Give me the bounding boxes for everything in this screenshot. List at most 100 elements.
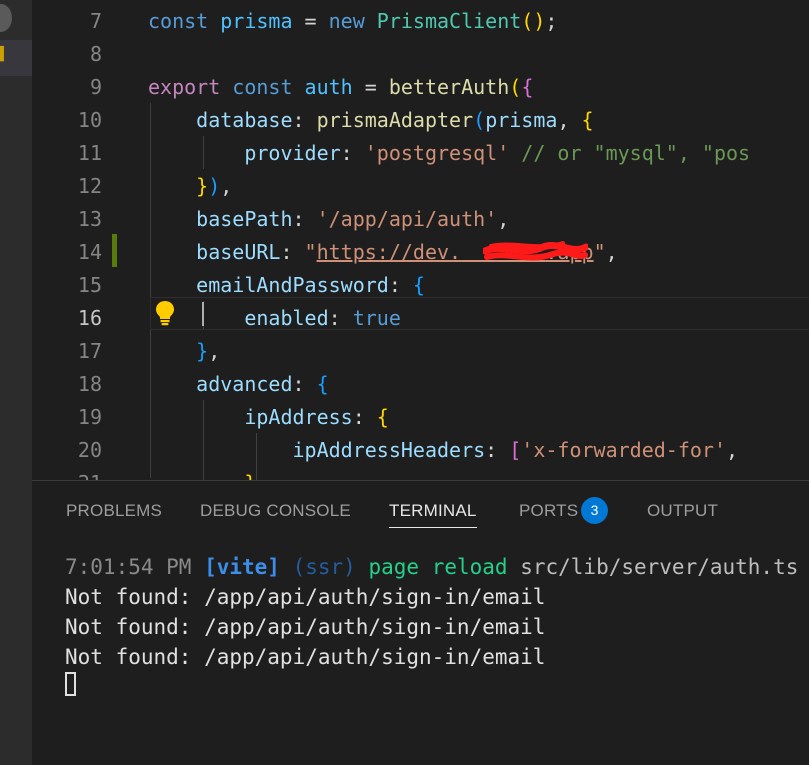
code-line[interactable]: 12 }), [32,169,809,202]
tab-terminal[interactable]: TERMINAL [389,501,477,528]
code-line[interactable]: 7 const prisma = new PrismaClient(); [32,4,809,37]
code-token: prisma [485,108,558,132]
log-path: src/lib/server/auth.ts [520,555,799,579]
code-token: betterAuth [388,75,510,99]
code-line[interactable]: 21 } [32,466,809,480]
code-line[interactable]: 14 baseURL: "https://dev. .app", [32,235,809,268]
log-time: 7:01:54 PM [65,555,192,579]
code-token: : [292,108,317,132]
redaction-scribble [483,241,588,261]
code-token: , [220,174,233,198]
code-token: true [352,306,401,330]
code-line[interactable]: 18 advanced: { [32,367,809,400]
activity-item-icon: ▌ [0,47,8,62]
code-token: const [232,75,305,99]
code-line[interactable]: 8 [32,37,809,70]
code-token: ( [509,75,522,99]
code-token: { [316,372,329,396]
code-token: } [196,174,209,198]
code-token: = [292,9,329,33]
code-text: advanced: { [148,372,329,396]
code-text: basePath: '/app/api/auth', [148,207,509,231]
code-token: advanced [148,372,293,396]
code-token: ( [521,9,534,33]
code-token: { [412,273,425,297]
code-token: const [148,9,221,33]
code-token: ) [533,9,546,33]
code-text: } [148,471,256,480]
code-token: emailAndPassword [148,273,389,297]
tab-debug-console[interactable]: DEBUG CONSOLE [200,501,351,527]
line-number: 11 [77,141,102,165]
code-token: 'x-forwarded-for' [521,438,726,462]
tab-problems[interactable]: PROBLEMS [66,501,162,527]
line-number: 16 [77,306,102,330]
code-line[interactable]: 17 }, [32,334,809,367]
code-text: provider: 'postgresql' // or "mysql", "p… [148,141,750,165]
code-token: , [208,339,221,363]
code-token: , [497,207,510,231]
line-number: 18 [77,372,102,396]
code-token: ) [208,174,221,198]
code-line[interactable]: 20 ipAddressHeaders: ['x-forwarded-for', [32,433,809,466]
tab-ports[interactable]: PORTS [519,501,578,527]
code-token: : [352,405,377,429]
line-number: 19 [77,405,102,429]
code-token: ipAddress [148,405,353,429]
code-token: '/app/api/auth' [316,207,498,231]
code-token: , [557,108,582,132]
line-number: 8 [89,42,102,66]
line-number: 15 [77,273,102,297]
log-ssr: (ssr) [292,555,356,579]
code-text: const prisma = new PrismaClient(); [148,9,557,33]
code-token: { [521,75,534,99]
terminal-line: Not found: /app/api/auth/sign-in/email [65,645,546,669]
code-line[interactable]: 19 ipAddress: { [32,400,809,433]
line-number: 14 [77,240,102,264]
code-line[interactable]: 9 export const auth = betterAuth({ [32,70,809,103]
code-line[interactable]: 10 database: prismaAdapter(prisma, { [32,103,809,136]
code-token: ipAddressHeaders [148,438,486,462]
terminal-line-vite: 7:01:54 PM [vite] (ssr) page reload src/… [65,552,798,582]
code-token: : [328,306,353,330]
code-token: ( [473,108,486,132]
code-line[interactable]: 11 provider: 'postgresql' // or "mysql",… [32,136,809,169]
account-avatar[interactable] [0,4,12,32]
code-token: baseURL [148,240,281,264]
code-text: export const auth = betterAuth({ [148,75,533,99]
code-text: database: prismaAdapter(prisma, { [148,108,593,132]
line-number: 13 [77,207,102,231]
code-text: }), [148,174,232,198]
code-text: enabled: true [148,306,401,330]
terminal-line: Not found: /app/api/auth/sign-in/email [65,585,546,609]
code-token: new [328,9,377,33]
terminal-cursor [65,672,76,696]
line-number: 12 [77,174,102,198]
terminal-output[interactable]: 7:01:54 PM [vite] (ssr) page reload src/… [32,531,809,765]
code-token: : [340,141,365,165]
code-editor[interactable]: 7 const prisma = new PrismaClient(); 8 9 exp… [32,0,809,480]
code-token: ; [545,9,558,33]
log-tag: [vite] [204,555,280,579]
tab-output[interactable]: OUTPUT [647,501,718,527]
ports-count-badge: 3 [581,497,608,524]
code-line[interactable]: 16 enabled: true [32,301,809,334]
code-token: } [196,339,209,363]
code-text: ipAddress: { [148,405,389,429]
code-token: 'postgresql' [364,141,510,165]
code-token: export [148,75,233,99]
code-line[interactable]: 13 basePath: '/app/api/auth', [32,202,809,235]
code-token: } [244,471,256,480]
code-token: prismaAdapter [316,108,474,132]
lightbulb-icon[interactable] [154,300,176,326]
activity-item-active[interactable]: ▌ [0,40,32,76]
code-line[interactable]: 15 emailAndPassword: { [32,268,809,301]
line-number: 20 [77,438,102,462]
code-token: = [352,75,389,99]
code-token: auth [304,75,353,99]
code-text: ipAddressHeaders: ['x-forwarded-for', [148,438,750,462]
code-token: : [292,207,317,231]
